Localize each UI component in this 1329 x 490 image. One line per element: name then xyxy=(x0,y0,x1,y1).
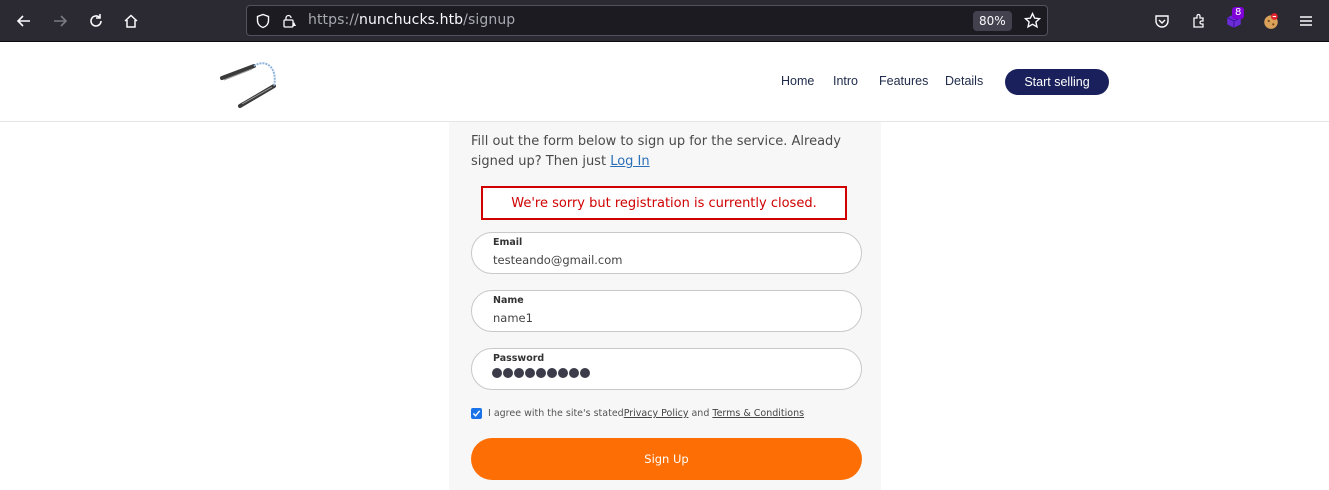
url-path: /signup xyxy=(463,12,516,28)
name-field[interactable]: Name name1 xyxy=(471,290,862,332)
start-selling-button[interactable]: Start selling xyxy=(1005,69,1109,95)
home-icon[interactable] xyxy=(118,8,144,34)
password-mask-dot xyxy=(536,368,546,378)
nav-link-intro[interactable]: Intro xyxy=(833,74,858,88)
nav-link-details[interactable]: Details xyxy=(945,74,983,88)
pocket-icon[interactable] xyxy=(1149,8,1175,34)
cookie-extension-icon[interactable] xyxy=(1258,8,1284,34)
zoom-indicator[interactable]: 80% xyxy=(973,11,1012,31)
insecure-lock-icon[interactable] xyxy=(281,13,297,33)
address-bar[interactable]: https://nunchucks.htb/signup 80% xyxy=(246,5,1048,36)
signup-intro: Fill out the form below to sign up for t… xyxy=(471,132,871,172)
password-mask-dot xyxy=(492,368,502,378)
signup-form: Fill out the form below to sign up for t… xyxy=(449,122,881,490)
agree-checkbox[interactable] xyxy=(471,408,482,419)
nav-link-features[interactable]: Features xyxy=(879,74,928,88)
terms-link[interactable]: Terms & Conditions xyxy=(712,408,804,419)
extensions-icon[interactable] xyxy=(1186,8,1212,34)
password-mask-dot xyxy=(514,368,524,378)
url-scheme: https:// xyxy=(308,12,359,28)
back-icon[interactable] xyxy=(11,8,37,34)
intro-text: Fill out the form below to sign up for t… xyxy=(471,134,842,169)
password-mask-dot xyxy=(547,368,557,378)
password-mask-dot xyxy=(503,368,513,378)
agree-terms: I agree with the site's stated Privacy P… xyxy=(471,408,804,419)
browser-toolbar: https://nunchucks.htb/signup 80% 8 xyxy=(0,0,1329,42)
password-mask-dot xyxy=(580,368,590,378)
privacy-policy-link[interactable]: Privacy Policy xyxy=(624,408,689,419)
name-input[interactable]: name1 xyxy=(493,311,533,325)
shield-icon[interactable] xyxy=(255,13,271,33)
password-mask-dot xyxy=(558,368,568,378)
name-label: Name xyxy=(493,295,524,306)
password-field[interactable]: Password xyxy=(471,348,862,390)
nunchucks-logo-icon[interactable] xyxy=(218,60,282,110)
url-text[interactable]: https://nunchucks.htb/signup xyxy=(308,12,515,28)
password-input[interactable] xyxy=(492,368,590,378)
password-mask-dot xyxy=(569,368,579,378)
site-header: Home Intro Features Details Start sellin… xyxy=(0,42,1329,122)
extension-badge: 8 xyxy=(1232,7,1245,19)
password-mask-dot xyxy=(525,368,535,378)
email-input[interactable]: testeando@gmail.com xyxy=(493,253,623,267)
password-label: Password xyxy=(493,353,545,364)
login-link[interactable]: Log In xyxy=(610,154,649,169)
nav-link-home[interactable]: Home xyxy=(781,74,814,88)
email-field[interactable]: Email testeando@gmail.com xyxy=(471,232,862,274)
email-label: Email xyxy=(493,237,523,248)
agree-and-text: and xyxy=(688,408,713,419)
sign-up-button[interactable]: Sign Up xyxy=(471,438,862,480)
registration-closed-alert: We're sorry but registration is currentl… xyxy=(481,186,847,220)
reload-icon[interactable] xyxy=(83,8,109,34)
forward-icon[interactable] xyxy=(47,8,73,34)
bookmark-star-icon[interactable] xyxy=(1023,11,1042,33)
agree-text: I agree with the site's stated xyxy=(488,408,624,419)
url-host: nunchucks.htb xyxy=(358,12,464,28)
menu-icon[interactable] xyxy=(1293,8,1319,34)
